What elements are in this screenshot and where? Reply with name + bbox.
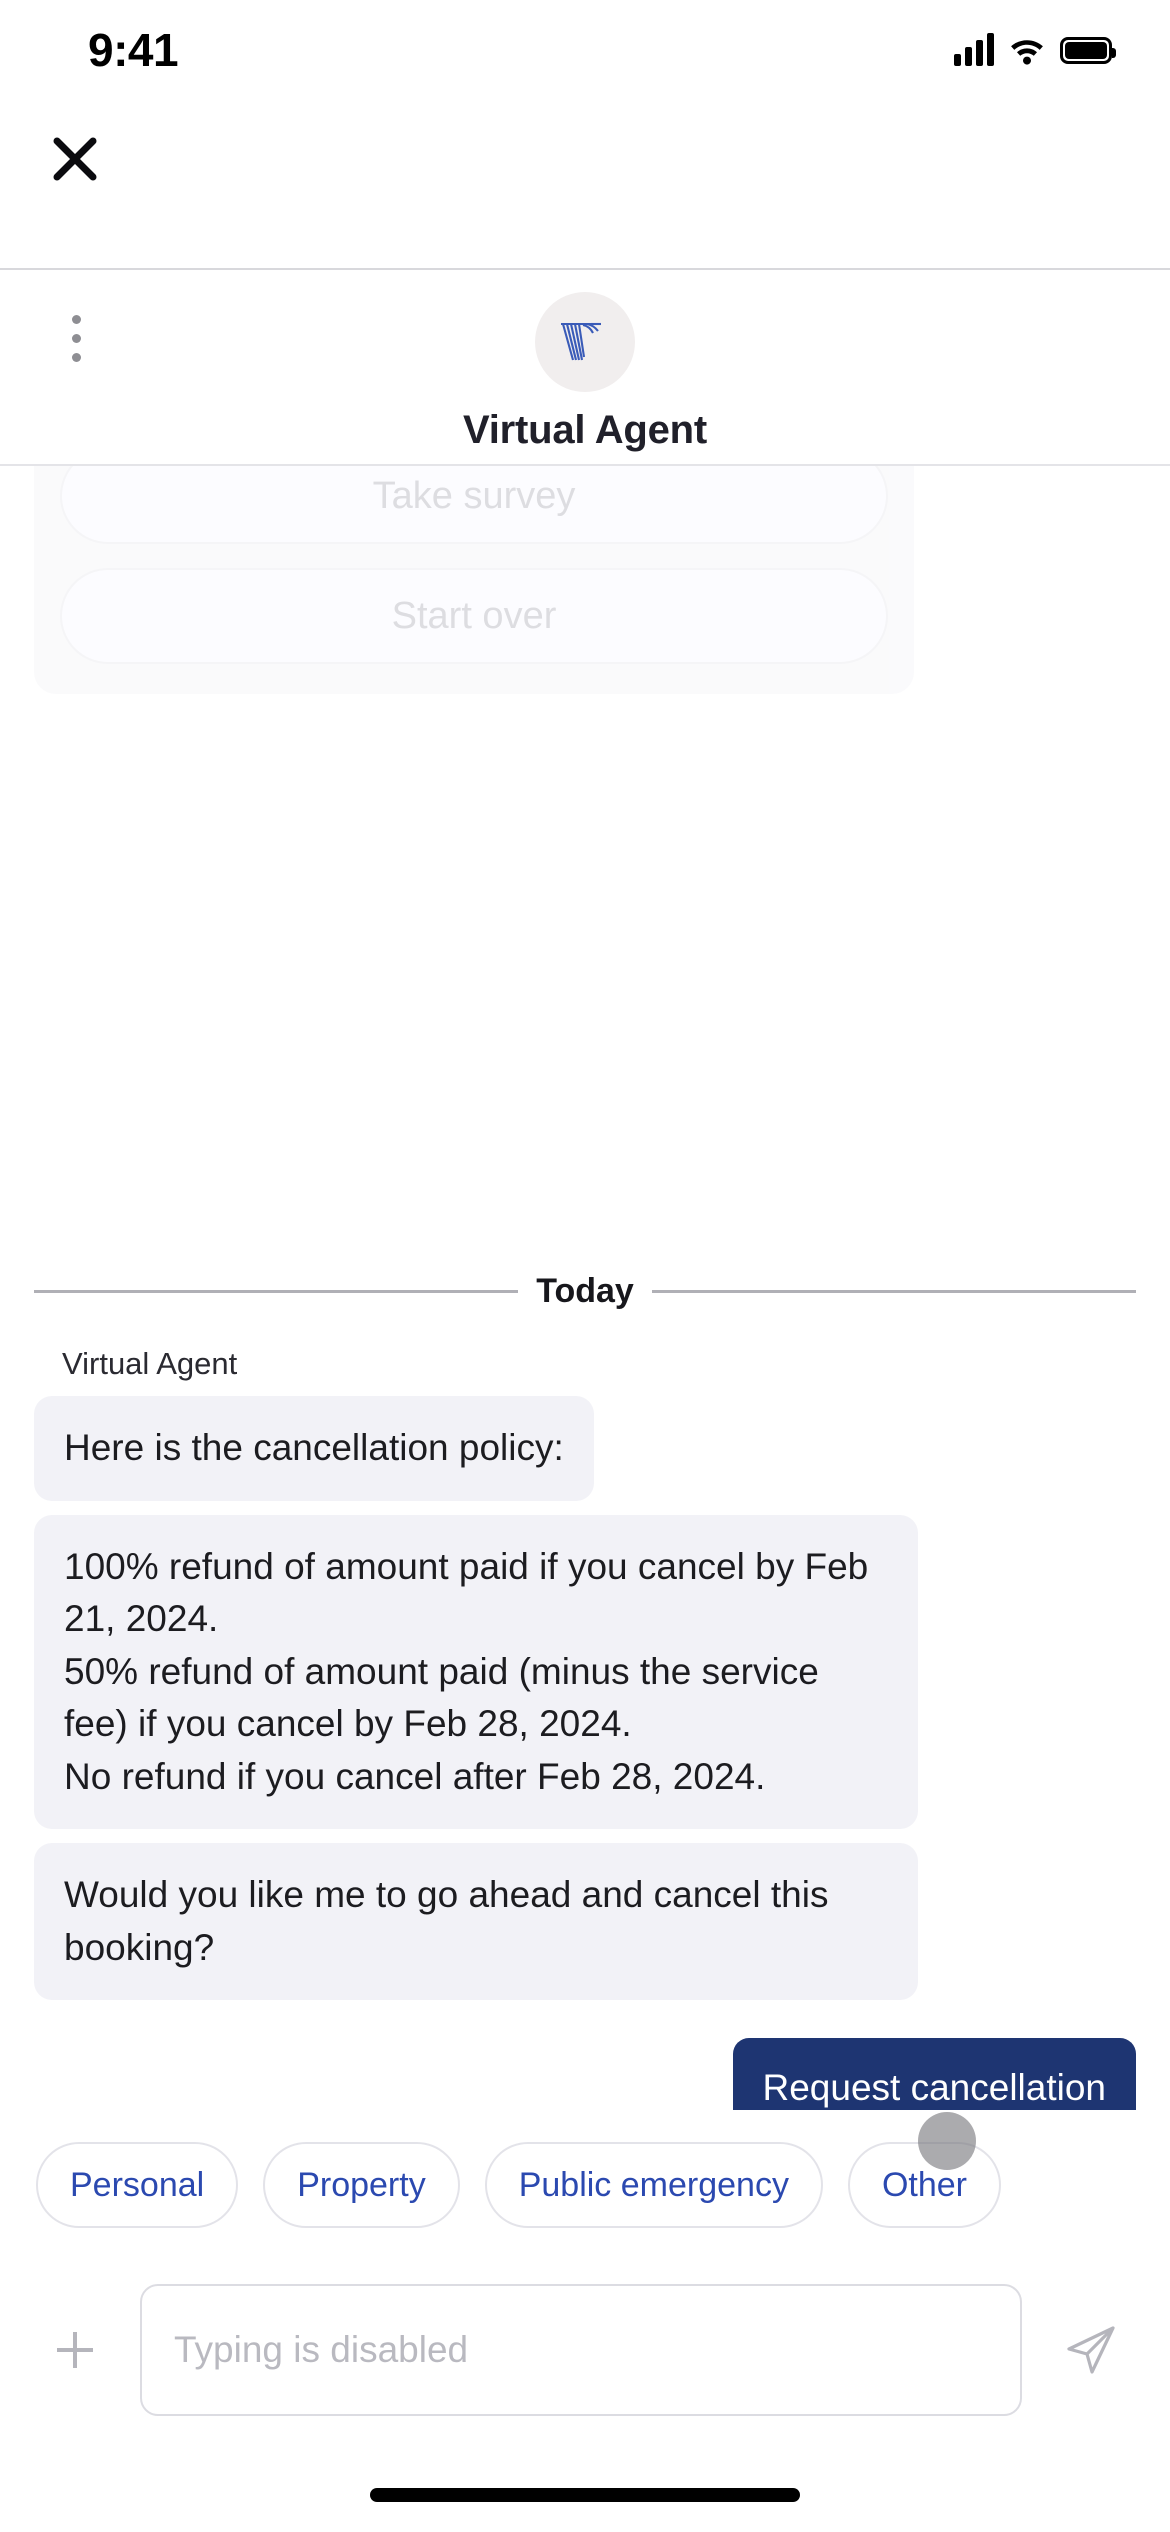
chat-scroll-area[interactable]: Take survey Start over Today Virtual Age… — [0, 466, 1170, 2110]
message-input-wrapper[interactable] — [140, 2284, 1022, 2416]
wifi-icon — [1008, 35, 1046, 65]
top-nav-bar — [0, 100, 1170, 270]
home-indicator-bar — [370, 2488, 800, 2502]
quick-reply-personal[interactable]: Personal — [36, 2142, 239, 2228]
phone-screen: 9:41 Virtual Agent Take survey Start ove… — [0, 0, 1170, 2532]
message-input[interactable] — [174, 2329, 988, 2371]
cellular-bars-icon — [954, 33, 994, 66]
status-bar-icons — [954, 33, 1116, 66]
quick-reply-public-emergency[interactable]: Public emergency — [484, 2142, 823, 2228]
plus-icon[interactable] — [36, 2311, 114, 2389]
user-message-row: Request cancellation — [34, 2038, 1136, 2110]
agent-message-bubble: Here is the cancellation policy: — [34, 1396, 594, 1501]
message-composer — [0, 2260, 1170, 2440]
user-message-bubble: Request cancellation — [732, 2038, 1136, 2110]
page-title: Virtual Agent — [462, 408, 708, 452]
status-bar-time: 9:41 — [88, 24, 179, 76]
divider-line-right — [651, 1290, 1137, 1293]
take-survey-button[interactable]: Take survey — [60, 466, 888, 544]
agent-message-bubble: Would you like me to go ahead and cancel… — [34, 1843, 918, 2001]
close-icon[interactable] — [44, 128, 106, 190]
send-paper-plane-icon[interactable] — [1048, 2307, 1134, 2393]
divider-line-left — [34, 1290, 519, 1293]
virtual-agent-avatar — [535, 292, 635, 392]
agent-header: Virtual Agent — [0, 270, 1170, 466]
day-divider: Today — [34, 1272, 1137, 1311]
quick-reply-row: Personal Property Public emergency Other — [0, 2110, 1170, 2260]
quick-reply-property[interactable]: Property — [263, 2142, 460, 2228]
kebab-menu-icon[interactable] — [48, 298, 104, 378]
agent-message-bubble: 100% refund of amount paid if you cancel… — [34, 1514, 918, 1830]
battery-full-icon — [1060, 36, 1116, 64]
message-sender-label: Virtual Agent — [62, 1346, 238, 1381]
status-bar: 9:41 — [0, 0, 1170, 100]
message-list: Virtual Agent Here is the cancellation p… — [0, 1346, 1170, 2110]
start-over-button[interactable]: Start over — [60, 568, 888, 664]
day-divider-label: Today — [536, 1272, 634, 1310]
quick-reply-other[interactable]: Other — [847, 2142, 1001, 2228]
home-indicator — [0, 2440, 1170, 2532]
previous-turn-card: Take survey Start over — [34, 466, 914, 694]
